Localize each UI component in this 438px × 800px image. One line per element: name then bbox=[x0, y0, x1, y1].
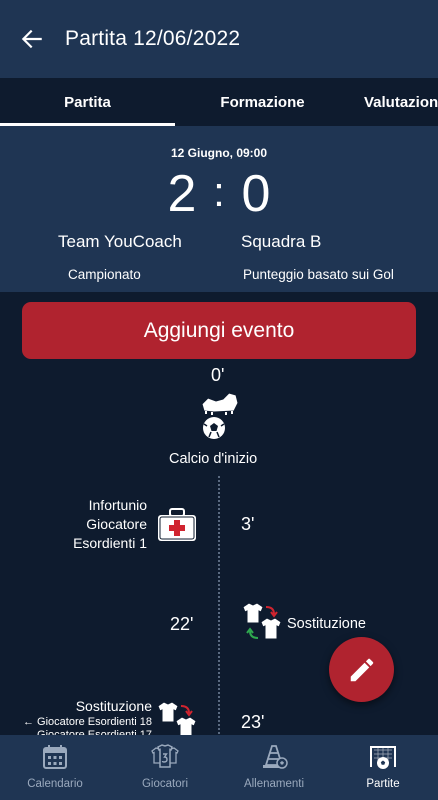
event-injury-minute: 3' bbox=[241, 514, 255, 534]
tab-partita[interactable]: Partita bbox=[0, 78, 175, 126]
nav-partite-label: Partite bbox=[366, 778, 400, 790]
add-event-button[interactable]: Aggiungi evento bbox=[22, 302, 416, 359]
arrow-left-icon bbox=[21, 29, 42, 49]
kickoff-minute: 0' bbox=[211, 365, 225, 385]
event-sub2-player-out: ← Giocatore Esordienti 18 bbox=[22, 715, 152, 728]
nav-allenamenti[interactable]: Allenamenti bbox=[219, 735, 329, 800]
tab-valutazioni[interactable]: Valutazioni bbox=[364, 78, 438, 126]
event-injury-line: Infortunio bbox=[88, 497, 147, 513]
first-aid-kit-icon bbox=[158, 508, 196, 541]
event-injury-line: Giocatore bbox=[86, 515, 147, 532]
nav-giocatori[interactable]: Giocatori bbox=[110, 735, 220, 800]
event-injury-label: Infortunio Giocatore Esordienti 1 bbox=[66, 496, 147, 553]
tab-formazione[interactable]: Formazione bbox=[190, 78, 335, 126]
training-cone-icon bbox=[263, 745, 288, 769]
scoring-mode: Punteggio basato sui Gol bbox=[243, 267, 394, 282]
event-sub2-title: Sostituzione bbox=[75, 698, 152, 714]
nav-calendario-label: Calendario bbox=[27, 778, 83, 790]
shirts-icon bbox=[151, 744, 179, 768]
event-injury-line: Esordienti 1 bbox=[73, 534, 147, 551]
tab-bar: Partita Formazione Valutazioni bbox=[0, 78, 438, 126]
match-date: 12 Giugno, 09:00 bbox=[170, 146, 268, 160]
away-team: Squadra B bbox=[241, 232, 322, 251]
event-sub2-minute: 23' bbox=[241, 712, 265, 732]
pencil-icon bbox=[350, 658, 373, 681]
page-title: Partita 12/06/2022 bbox=[65, 27, 241, 50]
event-sub1-minute: 22' bbox=[170, 614, 194, 634]
boot-ball-icon bbox=[201, 392, 239, 439]
home-score: 2 bbox=[167, 165, 197, 223]
away-score: 0 bbox=[241, 165, 271, 223]
nav-calendario[interactable]: Calendario bbox=[0, 735, 110, 800]
calendar-icon bbox=[43, 745, 67, 769]
nav-partite[interactable]: Partite bbox=[328, 735, 438, 800]
nav-giocatori-label: Giocatori bbox=[141, 778, 189, 790]
match-summary: 12 Giugno, 09:00 2 : 0 Team YouCoach Squ… bbox=[0, 126, 438, 292]
kickoff-label: Calcio d'inizio bbox=[169, 451, 258, 467]
app-bar: Partita 12/06/2022 bbox=[0, 0, 438, 78]
back-button[interactable] bbox=[4, 11, 60, 67]
bottom-navigation: Calendario Giocatori Allenamenti Partite bbox=[0, 735, 438, 800]
event-sub1-label: Sostituzione bbox=[287, 616, 366, 632]
goal-ball-icon bbox=[370, 746, 396, 769]
edit-fab-button[interactable] bbox=[329, 637, 394, 702]
nav-allenamenti-label: Allenamenti bbox=[243, 778, 305, 790]
substitution-shirts-icon bbox=[242, 602, 282, 640]
home-team: Team YouCoach bbox=[58, 232, 182, 251]
competition: Campionato bbox=[68, 267, 141, 282]
timeline-line bbox=[218, 476, 220, 746]
